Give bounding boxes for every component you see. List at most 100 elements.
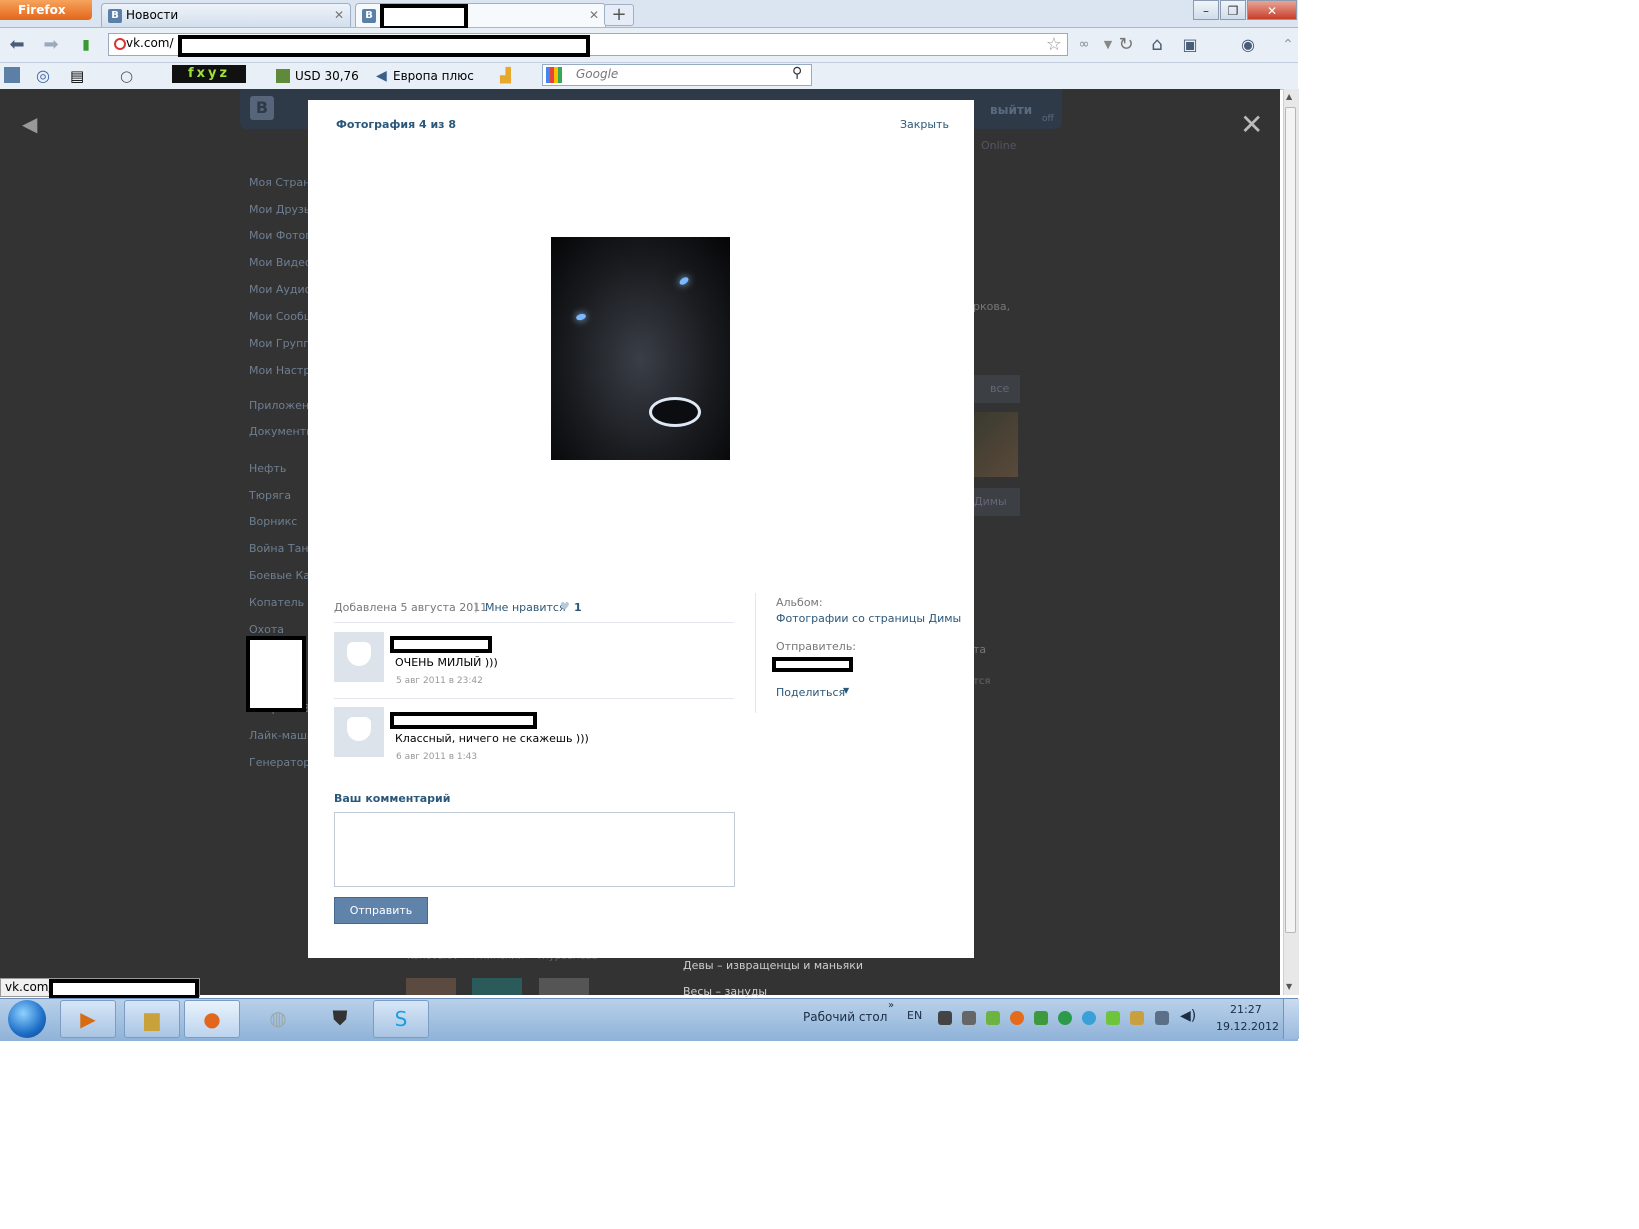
shield-tray-icon[interactable] (1034, 1011, 1048, 1025)
album-link[interactable]: Фотографии со страницы Димы (776, 612, 961, 625)
flag-tray-icon[interactable] (962, 1011, 976, 1025)
reload-icon[interactable]: ↻ (1114, 33, 1138, 57)
like-link[interactable]: Мне нравится (485, 601, 566, 614)
left-menu-item[interactable]: Война Танк (249, 542, 315, 555)
speaker-icon[interactable]: ◀ (376, 66, 387, 86)
close-link[interactable]: Закрыть (900, 118, 949, 131)
bg-friend-avatar[interactable] (539, 978, 589, 995)
commenter-avatar[interactable] (334, 707, 384, 757)
left-menu-item[interactable]: Ворникс (249, 515, 297, 528)
speaker-app-icon[interactable]: ◍ (250, 1000, 306, 1038)
bg-group-2[interactable]: Весы – зануды (683, 985, 767, 998)
heart-icon[interactable]: ♥ (560, 600, 570, 613)
left-menu-item[interactable]: Документы (249, 425, 315, 438)
share-link[interactable]: Поделиться (776, 686, 845, 699)
media-player-icon[interactable]: ▶ (60, 1000, 116, 1038)
minimize-button[interactable]: – (1193, 0, 1219, 20)
logout-link[interactable]: выйти (990, 103, 1032, 117)
addon-icon[interactable]: ◉ (1236, 33, 1260, 57)
left-menu-item[interactable]: Охота (249, 623, 284, 636)
commenter-avatar[interactable] (334, 632, 384, 682)
site-identity-icon[interactable] (114, 38, 126, 50)
utorrent-tray-icon[interactable] (1058, 1011, 1072, 1025)
back-icon[interactable]: ⬅ (5, 33, 29, 57)
scrollbar-thumb[interactable] (1285, 107, 1296, 933)
volume-icon[interactable]: ◀) (1180, 1008, 1196, 1024)
chevron-down-icon[interactable]: ▼ (843, 686, 849, 695)
screenshot-icon[interactable]: ▤ (70, 66, 84, 86)
network-tray-icon[interactable] (1082, 1011, 1096, 1025)
bg-friend-avatar[interactable] (406, 978, 456, 995)
scroll-up-arrow-icon[interactable]: ▲ (1286, 92, 1292, 101)
bg-friend-avatar[interactable] (472, 978, 522, 995)
clock-time[interactable]: 21:27 (1230, 1003, 1262, 1016)
vk-favicon: В (362, 8, 376, 23)
bg-all-link[interactable]: все (990, 382, 1009, 395)
google-icon[interactable] (546, 67, 562, 83)
left-menu-item[interactable]: Тюряга (249, 489, 291, 502)
check-tray-icon[interactable] (1106, 1011, 1120, 1025)
browser-tray-icon[interactable] (1010, 1011, 1024, 1025)
left-menu-item[interactable]: Боевые Кар (249, 569, 317, 582)
firefox-menu-button[interactable]: Firefox (0, 0, 92, 20)
close-tab-icon[interactable]: ✕ (334, 4, 344, 26)
desktop-toolbar-label[interactable]: Рабочий стол (803, 1010, 887, 1024)
bg-group-1[interactable]: Девы – извращенцы и маньяки (683, 959, 863, 972)
left-menu-item[interactable]: Генератор (249, 756, 310, 769)
radio-station[interactable]: Европа плюс (393, 66, 474, 86)
tools-tray-icon[interactable] (1130, 1011, 1144, 1025)
scroll-down-arrow-icon[interactable]: ▼ (1286, 982, 1292, 991)
send-button[interactable]: Отправить (334, 897, 428, 924)
bookmarks-icon[interactable]: ▣ (1178, 33, 1202, 57)
left-menu-item[interactable]: Мои Друзья (249, 203, 317, 216)
url-text: vk.com/ (126, 36, 174, 50)
left-menu-item[interactable]: Мои Аудиоз (249, 283, 317, 296)
left-menu-item[interactable]: Мои Группь (249, 337, 317, 350)
comment-date[interactable]: 5 авг 2011 в 23:42 (396, 676, 483, 686)
signal-bars-icon[interactable]: ▟ (500, 66, 511, 86)
reader-icon[interactable]: ∞ (1072, 33, 1096, 57)
search-icon[interactable]: ⚲ (792, 65, 802, 81)
bookmark-star-icon[interactable]: ☆ (1042, 33, 1066, 57)
chevron-right-icon[interactable]: » (888, 1000, 894, 1011)
maximize-button[interactable]: ❐ (1220, 0, 1246, 20)
clock-date[interactable]: 19.12.2012 (1216, 1020, 1279, 1033)
left-menu-item[interactable]: Приложени (249, 399, 316, 412)
like-count[interactable]: 1 (574, 601, 582, 614)
left-menu-item[interactable]: Копатель С (249, 596, 315, 609)
left-menu-item[interactable]: Мои Сообщ (249, 310, 314, 323)
close-viewer-icon[interactable]: ✕ (1240, 108, 1263, 141)
currency-icon (276, 69, 290, 83)
steam-tray-icon[interactable] (938, 1011, 952, 1025)
bg-friend-photo[interactable] (974, 412, 1018, 477)
previous-photo-icon[interactable]: ◀ (22, 112, 37, 136)
show-desktop-button[interactable] (1283, 999, 1299, 1039)
firefox-taskbar-icon[interactable]: ● (184, 1000, 240, 1038)
network-monitor-tray-icon[interactable] (1155, 1011, 1169, 1025)
left-menu-item[interactable]: Мои Настро (249, 364, 317, 377)
world-of-tanks-icon[interactable]: ⛊ (312, 1000, 368, 1038)
comment-date[interactable]: 6 авг 2011 в 1:43 (396, 752, 477, 762)
start-button[interactable] (8, 1000, 46, 1038)
scroll-up-icon[interactable]: ⌃ (1276, 33, 1300, 57)
explorer-icon[interactable]: ▆ (124, 1000, 180, 1038)
skype-icon[interactable]: S (373, 1000, 429, 1038)
left-menu-item[interactable]: Нефть (249, 462, 286, 475)
home-icon[interactable]: ⌂ (1145, 33, 1169, 57)
fxyz-addon[interactable]: fxyz (172, 65, 246, 83)
new-tab-button[interactable]: + (604, 4, 634, 26)
left-menu-item[interactable]: Лайк-маши (249, 729, 314, 742)
nvidia-tray-icon[interactable] (986, 1011, 1000, 1025)
chat-icon[interactable]: ○ (120, 66, 133, 86)
close-tab-icon[interactable]: ✕ (589, 4, 599, 26)
vk-addon-icon[interactable] (4, 67, 20, 83)
comment-textarea[interactable] (334, 812, 735, 887)
close-window-button[interactable]: ✕ (1247, 0, 1297, 20)
photo-wolf[interactable] (551, 237, 730, 460)
forward-icon[interactable]: ➡ (39, 33, 63, 57)
online-label: Online (981, 139, 1017, 152)
currency-rate[interactable]: USD 30,76 (295, 66, 359, 86)
language-indicator[interactable]: EN (907, 1009, 922, 1022)
tab-news[interactable]: В Новости ✕ (101, 3, 351, 27)
refresh-addon-icon[interactable]: ◎ (36, 66, 50, 86)
